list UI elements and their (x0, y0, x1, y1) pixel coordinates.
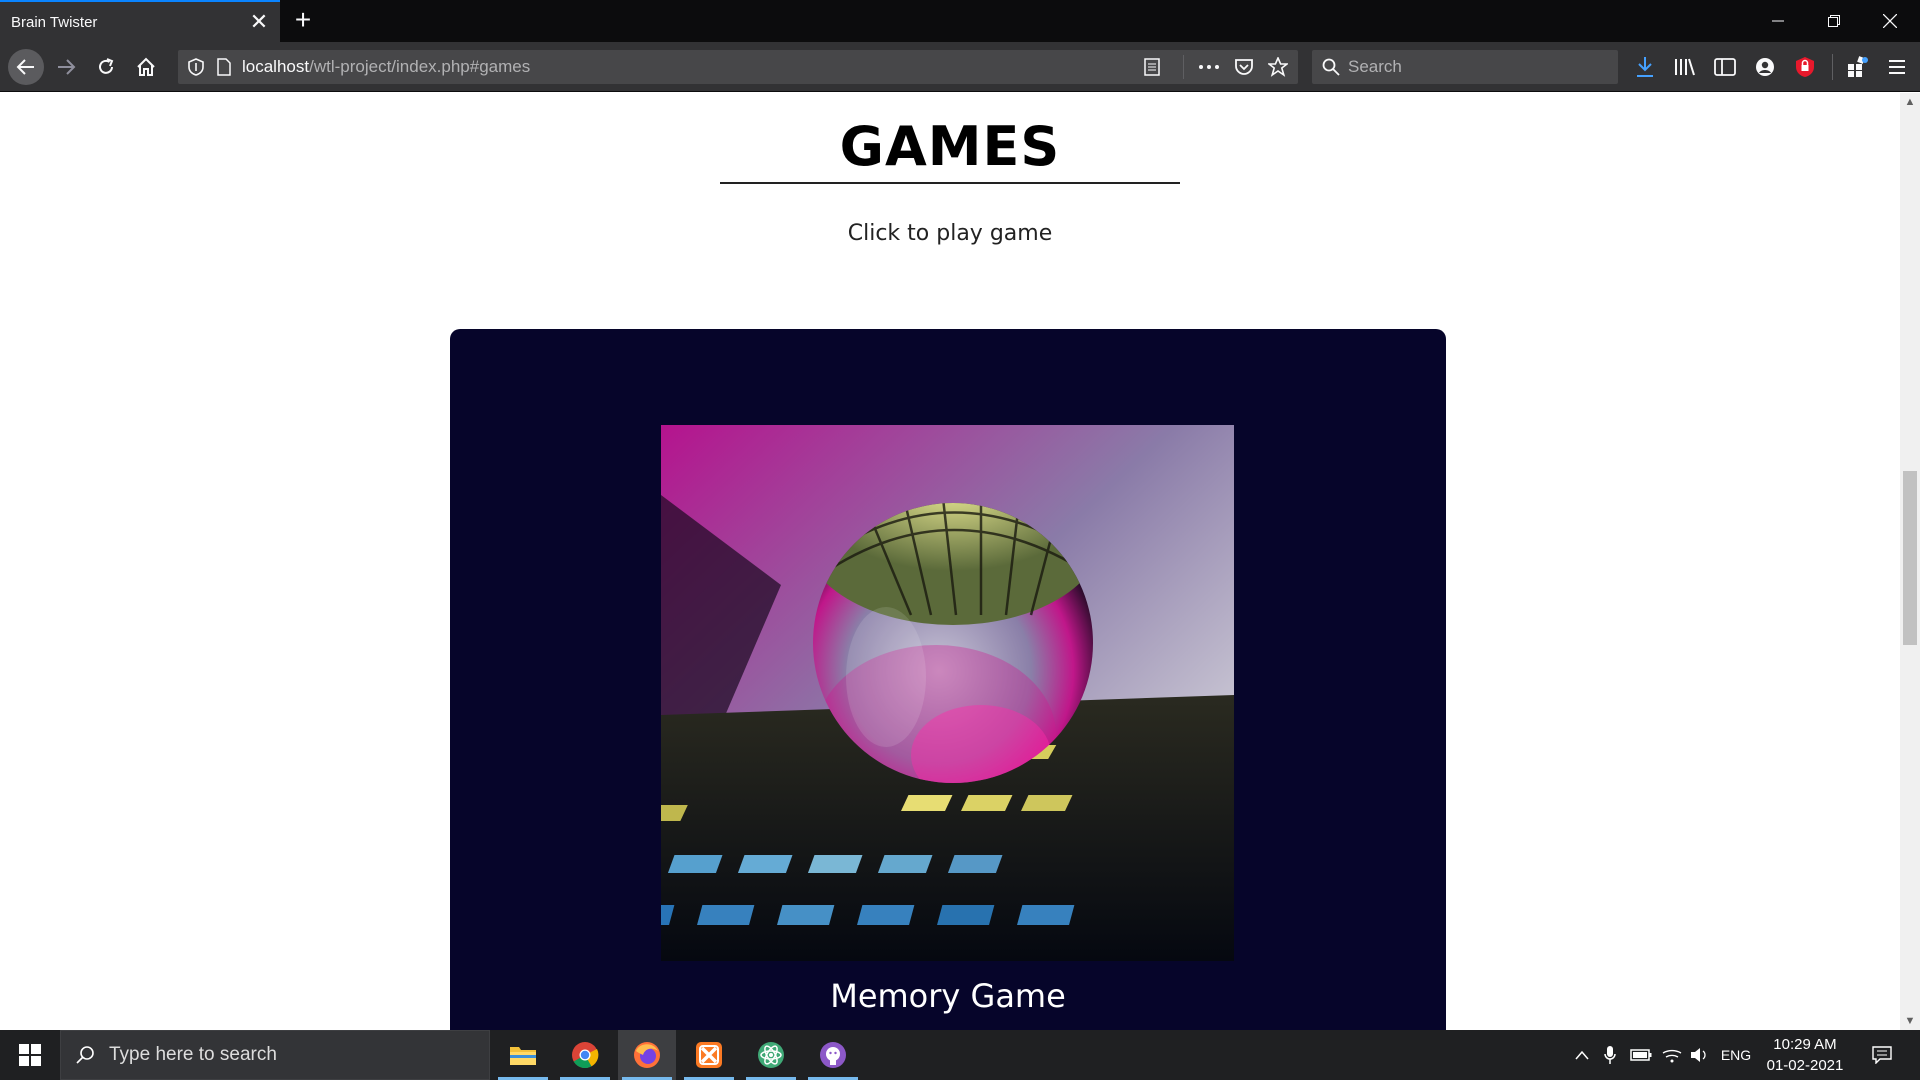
chevron-up-icon (1575, 1050, 1589, 1060)
game-title[interactable]: Memory Game (450, 977, 1446, 1015)
account-button[interactable] (1752, 54, 1778, 80)
start-button[interactable] (0, 1030, 60, 1080)
wifi-icon (1662, 1049, 1682, 1063)
page-scrollbar[interactable]: ▲ ▼ (1900, 93, 1920, 1030)
search-bar[interactable] (1312, 50, 1618, 84)
urlbar-divider (1183, 55, 1184, 79)
atom-icon (758, 1042, 784, 1068)
windows-taskbar: Type here to search ENG 10:29 AM 01-02-2… (0, 1030, 1920, 1080)
toolbar-divider (1832, 54, 1833, 80)
volume-tray[interactable] (1688, 1030, 1712, 1080)
show-hidden-icons-button[interactable] (1570, 1030, 1594, 1080)
github-desktop-icon (820, 1042, 846, 1068)
scroll-up-icon[interactable]: ▲ (1900, 93, 1920, 111)
scroll-thumb[interactable] (1903, 471, 1917, 645)
games-subtitle: Click to play game (847, 221, 1053, 246)
taskbar-firefox[interactable] (618, 1030, 676, 1080)
back-arrow-icon (16, 59, 34, 75)
wifi-tray[interactable] (1660, 1030, 1684, 1080)
lock-extension-button[interactable] (1792, 54, 1818, 80)
taskbar-xampp[interactable] (680, 1030, 738, 1080)
search-icon (1322, 58, 1340, 76)
games-section-title: GAMES (839, 115, 1061, 178)
url-host: localhost (242, 57, 310, 76)
downloads-button[interactable] (1632, 54, 1658, 80)
minimize-button[interactable] (1750, 0, 1806, 42)
hamburger-menu-icon (1889, 60, 1905, 74)
sidebar-icon (1714, 58, 1736, 76)
library-icon (1675, 58, 1695, 76)
page-info-icon[interactable] (216, 58, 232, 76)
chrome-icon (572, 1042, 599, 1069)
url-path: /wtl-project/index.php#games (309, 57, 531, 76)
tab-bar: Brain Twister ✕ + (0, 0, 1920, 42)
home-button[interactable] (130, 51, 162, 83)
memory-game-card[interactable]: Memory Game (450, 329, 1446, 1030)
restore-button[interactable] (1806, 0, 1862, 42)
page-actions-icon[interactable] (1198, 58, 1220, 76)
xampp-icon (696, 1042, 722, 1068)
forward-button[interactable] (50, 51, 82, 83)
clock-time: 10:29 AM (1773, 1036, 1837, 1053)
url-text: localhost/wtl-project/index.php#games (242, 57, 530, 77)
crystal-ball-image (661, 425, 1234, 961)
sidebar-button[interactable] (1712, 54, 1738, 80)
battery-icon (1630, 1049, 1652, 1061)
forward-arrow-icon (58, 59, 76, 75)
reload-icon (99, 58, 114, 74)
library-button[interactable] (1672, 54, 1698, 80)
memory-game-image[interactable] (661, 425, 1234, 961)
tab-brain-twister[interactable]: Brain Twister ✕ (0, 0, 280, 42)
restore-icon (1828, 15, 1840, 27)
language-indicator[interactable]: ENG (1716, 1030, 1756, 1080)
system-clock[interactable]: 10:29 AM 01-02-2021 (1758, 1034, 1852, 1076)
scroll-down-icon[interactable]: ▼ (1900, 1012, 1920, 1030)
notification-icon (1872, 1046, 1892, 1064)
home-icon (137, 57, 155, 76)
taskbar-atom[interactable] (742, 1030, 800, 1080)
back-button[interactable] (8, 49, 44, 85)
bookmark-star-icon[interactable] (1268, 57, 1288, 77)
microphone-icon (1604, 1046, 1616, 1064)
taskbar-search-placeholder: Type here to search (109, 1044, 277, 1065)
navigation-toolbar: localhost/wtl-project/index.php#games (0, 42, 1920, 92)
title-underline (720, 182, 1180, 184)
taskbar-file-explorer[interactable] (494, 1030, 552, 1080)
volume-icon (1691, 1048, 1706, 1062)
clock-date: 01-02-2021 (1766, 1057, 1844, 1074)
windows-logo-icon (19, 1044, 41, 1066)
extensions-icon (1848, 56, 1868, 77)
search-icon (76, 1046, 94, 1064)
file-explorer-icon (510, 1047, 536, 1065)
taskbar-chrome[interactable] (556, 1030, 614, 1080)
account-icon (1756, 58, 1774, 76)
taskbar-search-box[interactable]: Type here to search (60, 1030, 490, 1080)
close-tab-icon[interactable]: ✕ (244, 9, 274, 35)
battery-tray[interactable] (1626, 1030, 1656, 1080)
firefox-icon (634, 1042, 660, 1068)
menu-button[interactable] (1884, 54, 1910, 80)
tab-title: Brain Twister (11, 13, 98, 31)
download-icon (1637, 57, 1653, 77)
reader-view-icon[interactable] (1143, 58, 1161, 76)
microphone-tray[interactable] (1598, 1030, 1622, 1080)
taskbar-github-desktop[interactable] (804, 1030, 862, 1080)
action-center-button[interactable] (1862, 1030, 1902, 1080)
shield-icon[interactable] (188, 58, 204, 76)
close-window-button[interactable] (1862, 0, 1918, 42)
search-input[interactable] (1348, 57, 1598, 77)
address-bar[interactable]: localhost/wtl-project/index.php#games (178, 50, 1298, 84)
lock-icon (1796, 57, 1814, 77)
extensions-button[interactable] (1844, 54, 1870, 80)
reload-button[interactable] (90, 51, 122, 83)
minimize-icon (1772, 20, 1784, 22)
new-tab-button[interactable]: + (288, 6, 318, 36)
pocket-icon[interactable] (1234, 58, 1254, 76)
page-viewport: GAMES Click to play game Memory Game (0, 93, 1900, 1030)
close-icon (1883, 14, 1897, 28)
